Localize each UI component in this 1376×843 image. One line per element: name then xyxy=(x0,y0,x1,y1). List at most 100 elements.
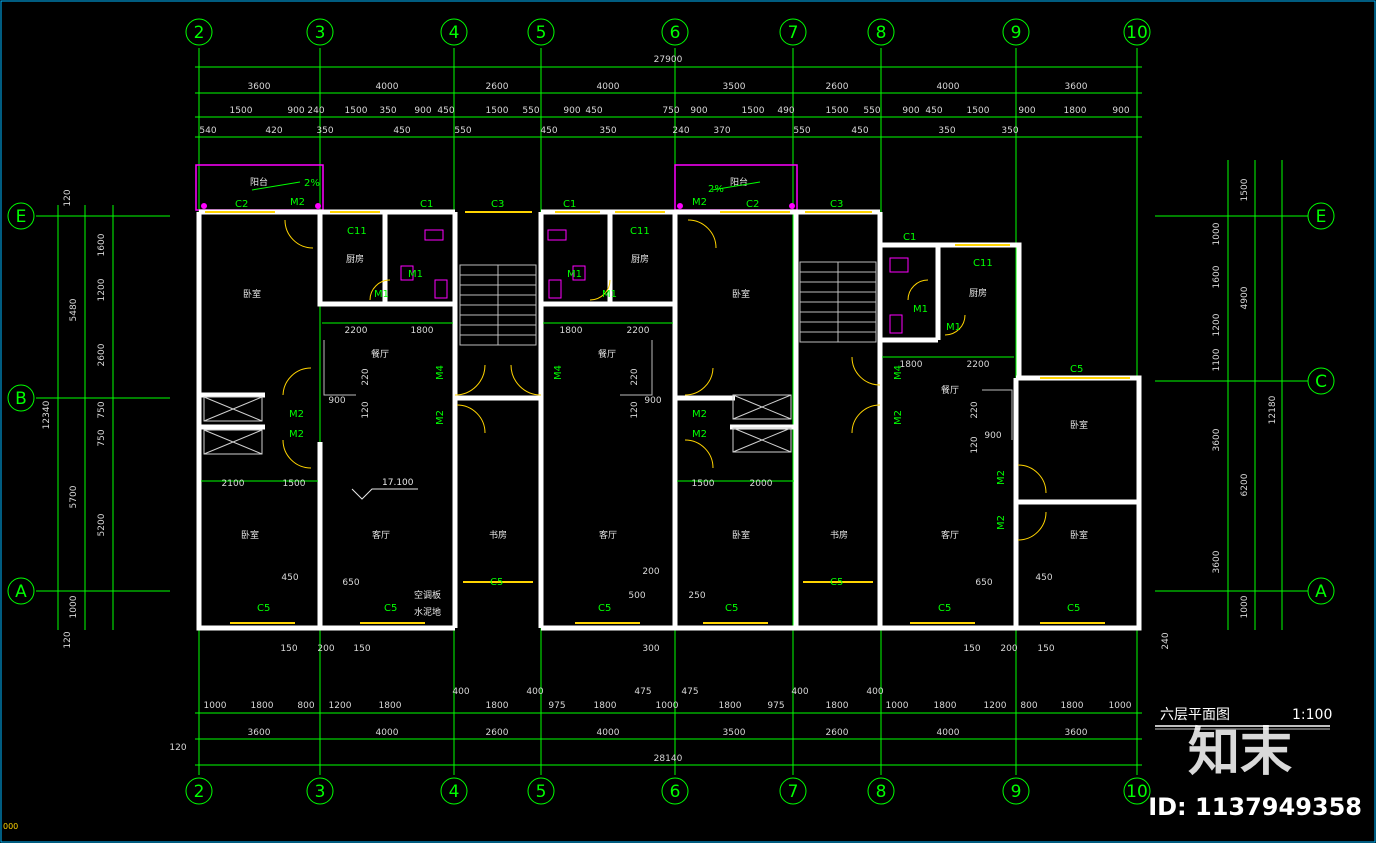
svg-text:1200: 1200 xyxy=(984,701,1007,711)
svg-text:4000: 4000 xyxy=(376,82,399,92)
svg-text:800: 800 xyxy=(1020,701,1037,711)
svg-text:C11: C11 xyxy=(630,226,650,237)
svg-text:2600: 2600 xyxy=(97,343,107,366)
stair-left xyxy=(459,264,537,346)
svg-text:450: 450 xyxy=(393,126,410,136)
room-labels: 阳台 阳台 卧室 卧室 厨房 厨房 厨房 餐厅 餐厅 餐厅 卧室 卧室 卧室 卧… xyxy=(241,176,1088,618)
svg-text:1500: 1500 xyxy=(486,106,509,116)
svg-text:490: 490 xyxy=(777,106,794,116)
bottom-dim-row2: 3600 4000 2600 4000 3500 2600 4000 3600 xyxy=(248,728,1088,738)
bottom-dim-row1: 1000 1800 800 1200 1800 1800 975 1800 10… xyxy=(204,701,1132,711)
svg-text:900: 900 xyxy=(902,106,919,116)
svg-text:450: 450 xyxy=(585,106,602,116)
svg-text:350: 350 xyxy=(938,126,955,136)
axis-label: A xyxy=(1315,582,1327,602)
svg-text:500: 500 xyxy=(628,591,645,601)
svg-text:C5: C5 xyxy=(490,577,503,588)
svg-text:2200: 2200 xyxy=(967,360,990,370)
svg-text:M4: M4 xyxy=(435,365,446,380)
svg-text:400: 400 xyxy=(791,687,808,697)
axis-label: E xyxy=(16,207,27,227)
svg-text:975: 975 xyxy=(548,701,565,711)
axis-label: E xyxy=(1316,207,1327,227)
svg-text:M1: M1 xyxy=(374,289,389,300)
svg-text:1800: 1800 xyxy=(411,326,434,336)
svg-text:750: 750 xyxy=(97,401,107,418)
axis-bubbles-top: 2 3 4 5 6 7 8 9 10 xyxy=(185,18,1151,46)
svg-text:2%: 2% xyxy=(304,178,320,189)
svg-text:C11: C11 xyxy=(973,258,993,269)
elevation-mark: 17.100 xyxy=(351,478,418,500)
axis-label: 6 xyxy=(670,23,681,43)
left-dim-text: 5480 12340 1600 1200 2600 750 750 5700 5… xyxy=(42,189,107,648)
svg-text:2200: 2200 xyxy=(627,326,650,336)
svg-text:900: 900 xyxy=(1018,106,1035,116)
svg-text:900: 900 xyxy=(287,106,304,116)
svg-text:C1: C1 xyxy=(903,232,916,243)
dim-top-total: 27900 xyxy=(654,55,683,65)
svg-text:450: 450 xyxy=(281,573,298,583)
svg-text:1000: 1000 xyxy=(886,701,909,711)
svg-text:550: 550 xyxy=(522,106,539,116)
svg-text:1800: 1800 xyxy=(251,701,274,711)
svg-text:C3: C3 xyxy=(830,199,843,210)
windows xyxy=(205,211,1130,624)
room-label-living: 客厅 xyxy=(941,529,959,541)
svg-text:350: 350 xyxy=(379,106,396,116)
room-label-study: 书房 xyxy=(489,529,507,541)
floor-plan-drawing: 2 3 4 5 6 7 8 9 10 2 3 4 5 6 7 8 9 10 E … xyxy=(0,0,1376,843)
svg-text:1200: 1200 xyxy=(1212,313,1222,336)
stair-small xyxy=(323,340,1013,440)
svg-text:5480: 5480 xyxy=(69,298,79,321)
svg-text:12180: 12180 xyxy=(1268,395,1278,424)
svg-text:3600: 3600 xyxy=(248,728,271,738)
svg-text:370: 370 xyxy=(713,126,730,136)
stair-right xyxy=(799,261,877,343)
axis-label: 3 xyxy=(315,782,326,802)
svg-text:475: 475 xyxy=(681,687,698,697)
svg-text:400: 400 xyxy=(526,687,543,697)
svg-text:六层平面图: 六层平面图 xyxy=(1160,707,1230,723)
svg-text:1000: 1000 xyxy=(1240,595,1250,618)
svg-text:900: 900 xyxy=(414,106,431,116)
svg-text:120: 120 xyxy=(970,436,980,453)
svg-text:400: 400 xyxy=(452,687,469,697)
svg-text:120: 120 xyxy=(63,189,73,206)
svg-text:M4: M4 xyxy=(553,365,564,380)
room-label-dining: 餐厅 xyxy=(598,348,616,360)
svg-text:M2: M2 xyxy=(289,409,304,420)
svg-text:1:100: 1:100 xyxy=(1292,707,1332,723)
room-label-study: 书房 xyxy=(830,529,848,541)
svg-text:3600: 3600 xyxy=(1212,550,1222,573)
svg-text:3600: 3600 xyxy=(248,82,271,92)
svg-text:900: 900 xyxy=(328,396,345,406)
svg-text:200: 200 xyxy=(642,567,659,577)
room-label-living: 客厅 xyxy=(372,529,390,541)
svg-text:1800: 1800 xyxy=(1061,701,1084,711)
svg-text:540: 540 xyxy=(199,126,216,136)
svg-text:1800: 1800 xyxy=(719,701,742,711)
axis-label: 7 xyxy=(788,782,799,802)
axis-label: 5 xyxy=(536,782,547,802)
svg-text:450: 450 xyxy=(1035,573,1052,583)
svg-text:2100: 2100 xyxy=(222,479,245,489)
svg-text:2600: 2600 xyxy=(486,728,509,738)
svg-text:1000: 1000 xyxy=(1109,701,1132,711)
svg-text:1800: 1800 xyxy=(560,326,583,336)
slope-marks: 2% 2% xyxy=(251,178,761,195)
room-label-kitchen: 厨房 xyxy=(631,253,649,265)
svg-text:350: 350 xyxy=(1001,126,1018,136)
svg-text:3500: 3500 xyxy=(723,82,746,92)
room-label-balcony: 阳台 xyxy=(250,176,268,188)
svg-text:M2: M2 xyxy=(996,515,1007,530)
room-label-kitchen: 厨房 xyxy=(346,253,364,265)
svg-text:6200: 6200 xyxy=(1240,473,1250,496)
fixtures xyxy=(201,203,909,334)
axis-label: 5 xyxy=(536,23,547,43)
svg-text:1600: 1600 xyxy=(1212,265,1222,288)
svg-text:350: 350 xyxy=(599,126,616,136)
svg-text:2600: 2600 xyxy=(826,728,849,738)
svg-text:1500: 1500 xyxy=(742,106,765,116)
axis-label: 10 xyxy=(1126,782,1148,802)
svg-text:4000: 4000 xyxy=(937,728,960,738)
